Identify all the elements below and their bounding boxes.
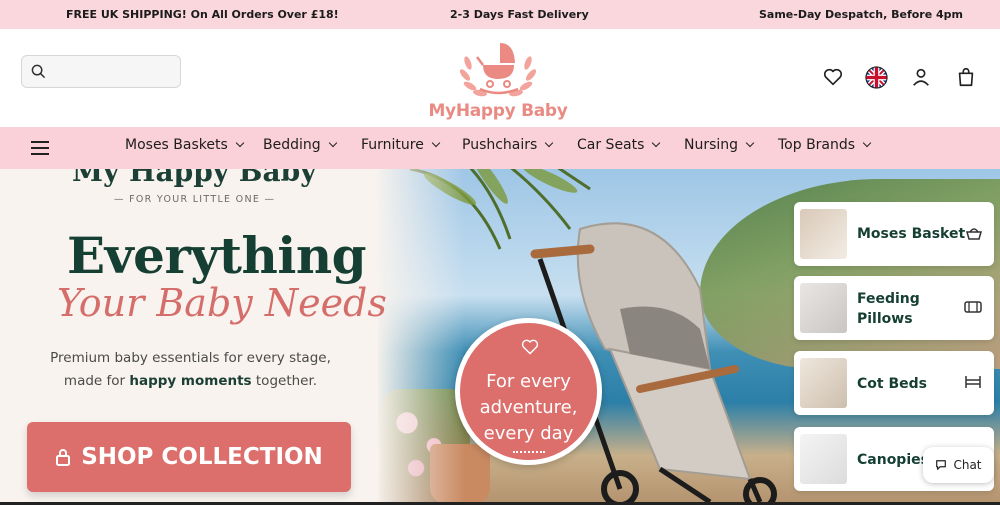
nav-label: Bedding bbox=[263, 137, 321, 153]
chevron-down-icon bbox=[745, 138, 755, 148]
nav-label: Moses Baskets bbox=[125, 137, 228, 153]
free-shipping-text: FREE UK SHIPPING! On All Orders Over £18… bbox=[66, 8, 339, 21]
chat-bubble-icon bbox=[936, 460, 947, 470]
adventure-badge: For every adventure, every day bbox=[455, 318, 602, 465]
heart-icon bbox=[521, 339, 539, 355]
bed-icon bbox=[965, 376, 981, 388]
chevron-down-icon bbox=[431, 138, 441, 148]
category-label: Feeding Pillows bbox=[857, 291, 920, 327]
nav-item-moses-baskets[interactable]: Moses Baskets bbox=[125, 137, 245, 153]
chevron-down-icon bbox=[862, 138, 872, 148]
basket-icon bbox=[966, 228, 982, 240]
category-label: Moses Basket bbox=[857, 226, 966, 242]
shop-collection-button[interactable]: SHOP COLLECTION bbox=[27, 422, 351, 492]
delivery-text: 2-3 Days Fast Delivery bbox=[450, 8, 589, 21]
site-logo[interactable]: MyHappy Baby bbox=[428, 35, 568, 125]
site-header: MyHappy Baby bbox=[0, 29, 1000, 127]
logo-text: MyHappy Baby bbox=[428, 101, 568, 121]
category-card-feeding-pillows[interactable]: Feeding Pillows bbox=[794, 276, 994, 340]
nav-item-bedding[interactable]: Bedding bbox=[263, 137, 337, 153]
hero-headline: Everything bbox=[67, 226, 367, 285]
desc-part: together. bbox=[251, 373, 318, 389]
bag-icon[interactable] bbox=[955, 66, 977, 88]
nav-item-nursing[interactable]: Nursing bbox=[684, 137, 755, 153]
category-label: Cot Beds bbox=[857, 376, 927, 392]
search-input[interactable] bbox=[21, 55, 181, 88]
chevron-down-icon bbox=[652, 138, 661, 148]
uk-flag-icon[interactable] bbox=[865, 66, 888, 89]
nav-label: Pushchairs bbox=[462, 137, 538, 153]
nav-item-car-seats[interactable]: Car Seats bbox=[577, 137, 661, 153]
lock-icon bbox=[56, 449, 71, 466]
search-icon bbox=[31, 64, 46, 79]
cta-label: SHOP COLLECTION bbox=[81, 444, 323, 470]
cot-beds-thumbnail bbox=[800, 358, 847, 408]
nav-item-top-brands[interactable]: Top Brands bbox=[778, 137, 872, 153]
feeding-pillows-thumbnail bbox=[800, 283, 847, 333]
chevron-down-icon bbox=[545, 138, 554, 148]
logo-pram-icon bbox=[459, 43, 537, 97]
image-fade bbox=[375, 169, 465, 502]
hero-brand-title: My Happy Baby bbox=[72, 169, 317, 188]
category-label: Canopies bbox=[857, 452, 929, 468]
nav-label: Top Brands bbox=[778, 137, 856, 153]
desc-bold: happy moments bbox=[129, 373, 252, 389]
main-nav: Moses Baskets Bedding Furniture Pushchai… bbox=[0, 127, 1000, 169]
announcement-bar: FREE UK SHIPPING! On All Orders Over £18… bbox=[0, 0, 1000, 29]
nav-label: Nursing bbox=[684, 137, 739, 153]
canopies-thumbnail bbox=[800, 434, 847, 484]
user-icon[interactable] bbox=[910, 66, 932, 88]
category-card-moses-basket[interactable]: Moses Basket bbox=[794, 202, 994, 266]
hero-description: Premium baby essentials for every stage,… bbox=[48, 347, 333, 393]
menu-icon[interactable] bbox=[31, 141, 49, 159]
pillow-icon bbox=[964, 301, 982, 313]
nav-item-furniture[interactable]: Furniture bbox=[361, 137, 441, 153]
chat-label: Chat bbox=[953, 458, 982, 472]
badge-line: For every bbox=[486, 371, 571, 392]
chevron-down-icon bbox=[328, 138, 337, 148]
hero-tagline: — FOR YOUR LITTLE ONE — bbox=[114, 194, 276, 205]
despatch-text: Same-Day Despatch, Before 4pm bbox=[759, 8, 963, 21]
chevron-down-icon bbox=[235, 138, 245, 148]
nav-label: Car Seats bbox=[577, 137, 645, 153]
nav-item-pushchairs[interactable]: Pushchairs bbox=[462, 137, 554, 153]
chat-button[interactable]: Chat bbox=[923, 447, 994, 483]
badge-line: adventure, bbox=[479, 397, 578, 418]
hero-headline-script: Your Baby Needs bbox=[57, 281, 387, 325]
badge-text: For every adventure, every day bbox=[460, 369, 597, 447]
badge-divider bbox=[513, 451, 545, 453]
category-card-cot-beds[interactable]: Cot Beds bbox=[794, 351, 994, 415]
heart-icon[interactable] bbox=[822, 66, 844, 88]
nav-label: Furniture bbox=[361, 137, 424, 153]
badge-line: every day bbox=[483, 423, 574, 444]
moses-basket-thumbnail bbox=[800, 209, 847, 259]
